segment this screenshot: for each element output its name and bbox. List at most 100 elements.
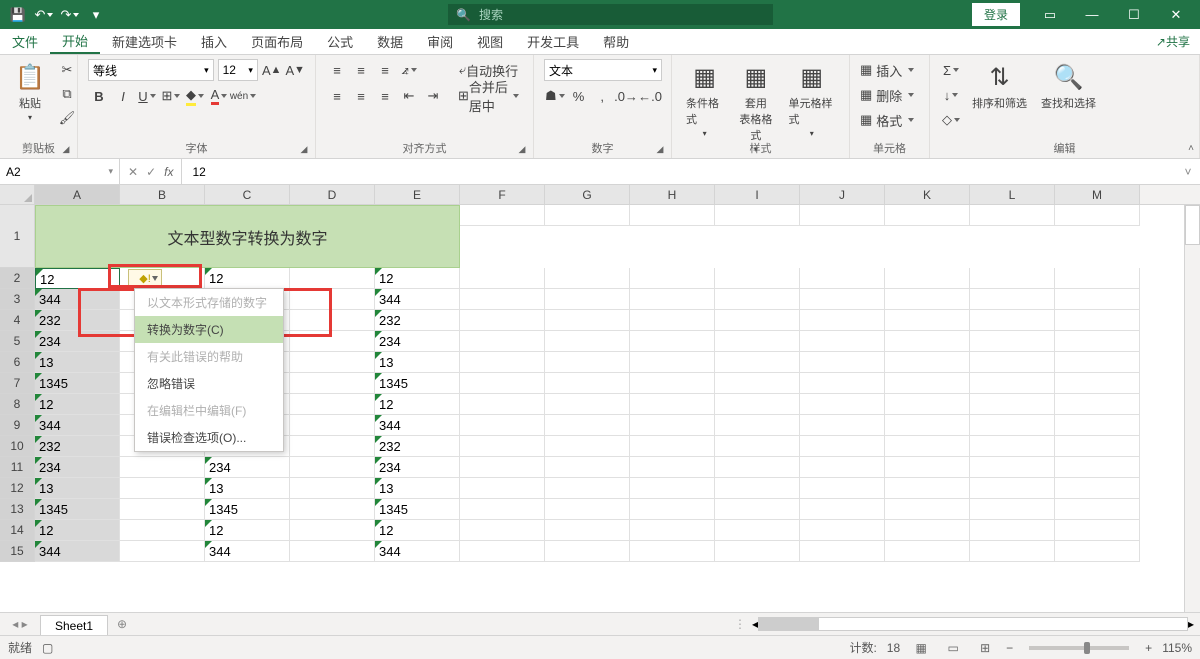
cell[interactable] [545,289,630,310]
cell[interactable] [885,205,970,226]
align-middle-button[interactable]: ≡ [350,59,372,81]
cell-style-button[interactable]: ▦单元格样式▾ [784,59,839,140]
sort-filter-button[interactable]: ⇅排序和筛选 [968,59,1031,113]
cell[interactable]: 12 [375,520,460,541]
row-header-11[interactable]: 11 [0,457,35,478]
col-header-H[interactable]: H [630,185,715,204]
cell[interactable] [290,499,375,520]
cell[interactable] [290,478,375,499]
col-header-I[interactable]: I [715,185,800,204]
indent-dec-button[interactable]: ⇤ [398,85,420,107]
number-launcher[interactable]: ◢ [653,142,667,156]
tab-insert[interactable]: 插入 [189,29,239,54]
cell[interactable] [630,541,715,562]
cell[interactable] [460,394,545,415]
cell[interactable] [1055,373,1140,394]
insert-cells-button[interactable]: ▦ 插入 [860,59,919,81]
autosum-button[interactable]: Σ [940,59,962,81]
cell[interactable] [715,499,800,520]
cell[interactable] [885,331,970,352]
cell[interactable] [120,478,205,499]
cell[interactable] [800,331,885,352]
cell[interactable] [1055,478,1140,499]
cell[interactable] [885,457,970,478]
cell[interactable] [1055,268,1140,289]
cell[interactable] [885,289,970,310]
ctx-help[interactable]: 有关此错误的帮助 [135,343,283,370]
cell[interactable] [290,541,375,562]
cell[interactable]: 13 [35,352,120,373]
tab-newtab[interactable]: 新建选项卡 [100,29,189,54]
cell[interactable]: 1345 [375,499,460,520]
cell[interactable] [290,520,375,541]
col-header-B[interactable]: B [120,185,205,204]
cell[interactable] [120,541,205,562]
cell[interactable] [630,478,715,499]
cell[interactable] [715,436,800,457]
cell[interactable]: 234 [375,331,460,352]
format-cells-button[interactable]: ▦ 格式 [860,109,919,131]
add-sheet-button[interactable]: ⊕ [108,613,136,635]
cell[interactable] [290,310,375,331]
tab-data[interactable]: 数据 [365,29,415,54]
name-box[interactable]: A2▾ [0,159,120,184]
enter-formula-button[interactable]: ✓ [146,165,156,179]
cell[interactable] [545,478,630,499]
underline-button[interactable]: U [136,85,158,107]
cell[interactable]: 232 [375,436,460,457]
number-format-select[interactable]: 文本▾ [544,59,662,81]
cell[interactable] [1055,541,1140,562]
cell[interactable] [630,310,715,331]
cell[interactable] [120,457,205,478]
cell[interactable]: 344 [35,541,120,562]
cell[interactable] [800,373,885,394]
cell[interactable] [970,331,1055,352]
cell[interactable] [545,394,630,415]
cell[interactable]: 12 [375,268,460,289]
cell[interactable] [120,499,205,520]
row-header-1[interactable]: 1 [0,205,35,268]
cell[interactable] [460,436,545,457]
cell[interactable] [460,352,545,373]
cell[interactable] [460,289,545,310]
ctx-convert-to-number[interactable]: 转换为数字(C) [135,316,283,343]
cell[interactable] [885,478,970,499]
ribbon-collapse-button[interactable]: ˄ [1188,143,1194,154]
clear-button[interactable]: ◇ [940,109,962,131]
col-header-J[interactable]: J [800,185,885,204]
font-name-select[interactable]: 等线▾ [88,59,214,81]
cell[interactable] [1055,310,1140,331]
cell[interactable]: 234 [375,457,460,478]
cell[interactable] [970,352,1055,373]
col-header-E[interactable]: E [375,185,460,204]
merge-center-button[interactable]: ⊞ 合并后居中 [454,85,523,107]
save-icon[interactable]: 💾 [6,3,30,27]
cell[interactable] [885,520,970,541]
tab-review[interactable]: 审阅 [415,29,465,54]
cell[interactable] [630,373,715,394]
inc-decimal-button[interactable]: .0→ [615,85,637,107]
row-header-2[interactable]: 2 [0,268,35,289]
col-header-D[interactable]: D [290,185,375,204]
cell[interactable] [460,205,545,226]
sheet-nav-buttons[interactable]: ◂ ▸ [0,613,40,635]
cell[interactable]: 234 [35,331,120,352]
font-size-select[interactable]: 12▾ [218,59,258,81]
search-input[interactable]: 🔍 搜索 [448,4,773,25]
italic-button[interactable]: I [112,85,134,107]
close-button[interactable]: ✕ [1156,1,1196,29]
zoom-in-button[interactable]: + [1145,641,1152,655]
cell[interactable] [885,436,970,457]
cell[interactable] [630,268,715,289]
cell[interactable] [630,331,715,352]
row-header-14[interactable]: 14 [0,520,35,541]
zoom-slider[interactable] [1029,646,1129,650]
pinyin-button[interactable]: wén [232,85,254,107]
cell[interactable] [630,205,715,226]
hscroll-right[interactable]: ▸ [1188,617,1194,631]
cell[interactable] [545,310,630,331]
currency-button[interactable]: ☗ [544,85,566,107]
shrink-font-button[interactable]: A▼ [285,59,305,81]
title-merged-cell[interactable]: 文本型数字转换为数字 [35,205,460,268]
view-pagelayout-button[interactable]: ▭ [942,639,964,657]
